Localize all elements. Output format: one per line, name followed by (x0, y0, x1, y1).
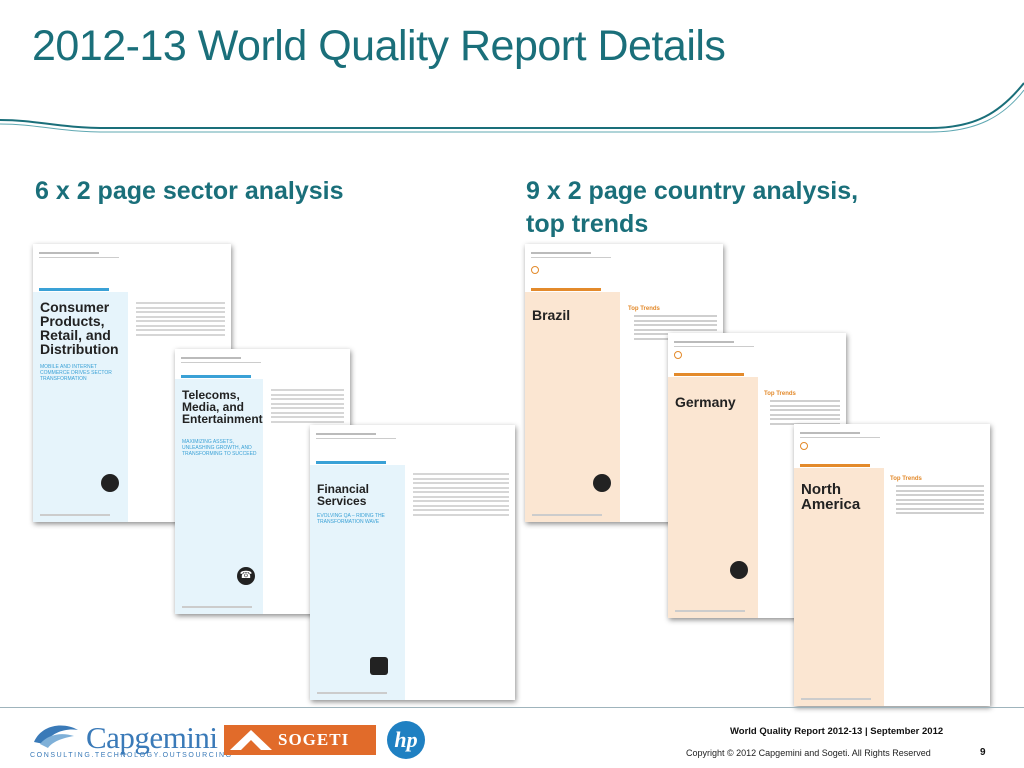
sector-page-financial: Financial Services EVOLVING QA – RIDING … (310, 425, 515, 700)
country-page-title: Germany (675, 394, 736, 410)
sector-page-tagline: EVOLVING QA – RIDING THE TRANSFORMATION … (317, 513, 385, 525)
country-map-icon (593, 474, 611, 492)
header-swoosh (0, 82, 1024, 133)
top-trends-label: Top Trends (890, 476, 922, 482)
sector-page-title: Financial Services (317, 482, 370, 508)
bank-icon (370, 657, 388, 675)
sector-analysis-heading: 6 x 2 page sector analysis (35, 177, 344, 205)
country-analysis-heading-line2: top trends (526, 210, 649, 238)
sector-page-title: Telecoms, Media, and Entertainment (182, 388, 263, 426)
country-page-title: Brazil (532, 307, 571, 323)
country-page-title: North America (801, 481, 861, 513)
sogeti-logo: SOGETI (224, 725, 376, 755)
country-map-icon (730, 561, 748, 579)
capgemini-tagline: CONSULTING.TECHNOLOGY.OUTSOURCING (30, 752, 233, 759)
phone-icon: ☎ (237, 567, 255, 585)
page-number: 9 (980, 747, 986, 758)
top-trends-label: Top Trends (628, 306, 660, 312)
slide-title: 2012-13 World Quality Report Details (32, 22, 726, 70)
footer-copyright: Copyright © 2012 Capgemini and Sogeti. A… (686, 748, 931, 758)
sector-page-tagline: MAXIMIZING ASSETS, UNLEASHING GROWTH, AN… (182, 439, 257, 457)
sector-icon (101, 474, 119, 492)
country-analysis-heading-line1: 9 x 2 page country analysis, (526, 177, 859, 205)
sogeti-chevron-icon (230, 730, 272, 750)
sector-page-title: Consumer Products, Retail, and Distribut… (40, 299, 119, 357)
top-trends-label: Top Trends (764, 391, 796, 397)
sector-page-tagline: MOBILE AND INTERNET COMMERCE DRIVES SECT… (40, 364, 112, 382)
footer-divider (0, 707, 1024, 708)
country-page-north-america: North America Top Trends (794, 424, 990, 706)
capgemini-logo: Capgemini (86, 720, 218, 755)
footer-report-label: World Quality Report 2012-13 | September… (730, 726, 944, 737)
hp-logo: hp (387, 721, 425, 759)
capgemini-spade-icon (34, 725, 78, 748)
